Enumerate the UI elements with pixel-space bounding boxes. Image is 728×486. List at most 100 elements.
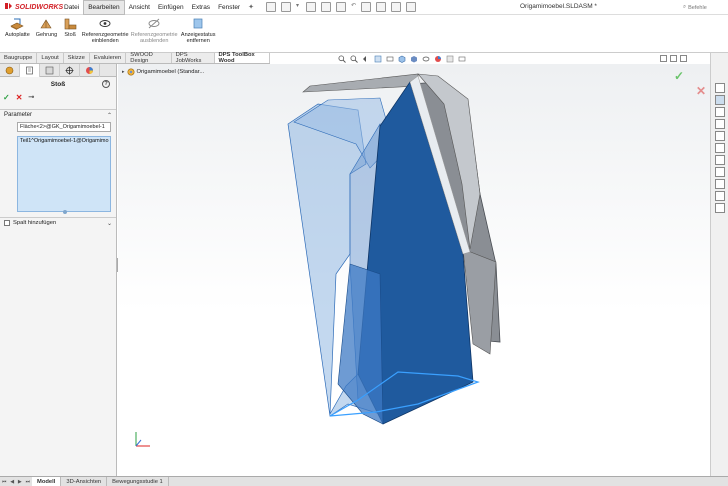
menu-file[interactable]: Datei (60, 0, 83, 15)
help-icon[interactable]: ? (102, 80, 110, 88)
graphics-area[interactable]: ▸ Origamimoebel (Standar... ✓ ✕ (118, 55, 710, 476)
autoplatte-button[interactable]: Autoplatte (2, 15, 33, 38)
select-icon[interactable] (360, 2, 371, 12)
view-palette-icon[interactable] (714, 119, 725, 129)
command-search[interactable]: ⌕ Befehle (683, 2, 728, 13)
ok-check-icon[interactable]: ✓ (3, 93, 10, 102)
property-manager-tab-icon[interactable] (20, 64, 40, 77)
logo-text: SOLIDWORKS (15, 3, 64, 11)
viewport-window-controls (660, 55, 687, 62)
forum-icon[interactable] (714, 167, 725, 177)
gehrung-button[interactable]: Gehrung (33, 15, 60, 38)
toolbox-icon[interactable] (714, 155, 725, 165)
edit-appearance-icon[interactable] (434, 55, 442, 63)
tab-scroll-arrows: ⏮ ◀ ▶ ⏭ (0, 477, 32, 486)
dimxpert-tab-icon[interactable] (60, 64, 80, 77)
toolbox-wood-icon[interactable] (714, 203, 725, 213)
command-tabs: Baugruppe Layout Skizze Evaluieren SWOOD… (0, 52, 270, 64)
configuration-manager-tab-icon[interactable] (40, 64, 60, 77)
undo-icon[interactable]: ↶ (351, 2, 356, 12)
tab-dps-jobworks[interactable]: DPS JobWorks (172, 52, 215, 64)
rebuild-icon[interactable] (375, 2, 386, 12)
appearances-icon[interactable] (714, 131, 725, 141)
face-selection-field[interactable]: Fläche<2>@GK_Origamimoebel-1 (17, 122, 111, 132)
apply-scene-icon[interactable] (446, 55, 454, 63)
dynamic-annotation-icon[interactable] (386, 55, 394, 63)
menu-window[interactable]: Fenster (214, 0, 244, 15)
solidworks-resources-icon[interactable] (714, 83, 725, 93)
save-icon[interactable] (320, 2, 331, 12)
command-manager-ribbon: Autoplatte Gehrung Stoß Referenzgeometri… (0, 15, 728, 53)
selection-list-box[interactable]: Teil1^Origamimoebel-1@Origamimo (17, 136, 111, 214)
view-settings-icon[interactable] (458, 55, 466, 63)
last-tab-arrow-icon[interactable]: ⏭ (26, 479, 31, 485)
home-icon[interactable] (265, 2, 276, 12)
origami-furniture-model[interactable] (118, 64, 710, 476)
menu-insert[interactable]: Einfügen (154, 0, 188, 15)
parameter-group-header[interactable]: Parameter ⌃ (0, 109, 116, 120)
tab-baugruppe[interactable]: Baugruppe (0, 53, 38, 63)
tab-evaluieren[interactable]: Evaluieren (90, 53, 127, 63)
jobworks-icon[interactable] (714, 191, 725, 201)
solidworks-logo[interactable]: SOLIDWORKS (0, 2, 64, 12)
search-label: Befehle (688, 4, 707, 11)
custom-properties-icon[interactable] (714, 143, 725, 153)
zoom-area-icon[interactable] (350, 55, 358, 63)
eye-off-icon (148, 18, 160, 29)
resize-grip-icon[interactable] (63, 210, 67, 214)
heads-up-view-toolbar (338, 55, 466, 63)
file-properties-icon[interactable] (390, 2, 401, 12)
new-document-icon[interactable] (280, 2, 291, 12)
minimize-icon[interactable] (660, 55, 667, 62)
display-manager-tab-icon[interactable] (80, 64, 100, 77)
pin-menu-icon[interactable]: ✦ (244, 0, 258, 15)
tab-dps-toolbox-wood[interactable]: DPS ToolBox Wood (214, 52, 270, 64)
expand-caret-icon[interactable]: ⌄ (107, 220, 112, 227)
hide-reference-geometry-button[interactable]: Referenzgeometrie ausblenden (130, 15, 178, 44)
section-view-icon[interactable] (374, 55, 382, 63)
tab-skizze[interactable]: Skizze (64, 53, 90, 63)
file-explorer-icon[interactable] (714, 107, 725, 117)
chevron-down-icon[interactable]: ▾ (296, 2, 301, 12)
remove-display-state-button[interactable]: Anzeigestatus entfernen (178, 15, 218, 44)
selection-list-item[interactable]: Teil1^Origamimoebel-1@Origamimo (18, 137, 110, 145)
pushpin-icon[interactable]: ⊸ (28, 93, 34, 101)
options-gear-icon[interactable] (405, 2, 416, 12)
tab-model[interactable]: Modell (32, 477, 62, 486)
first-tab-arrow-icon[interactable]: ⏮ (2, 479, 7, 485)
previous-view-icon[interactable] (362, 55, 370, 63)
view-orientation-icon[interactable] (398, 55, 406, 63)
restore-icon[interactable] (670, 55, 677, 62)
search-icon: ⌕ (683, 4, 687, 10)
feature-tree-tab-icon[interactable] (0, 64, 20, 77)
tab-swood-design[interactable]: SWOOD Design (126, 52, 172, 64)
add-gap-checkbox[interactable]: Spalt hinzufügen (4, 220, 56, 226)
triad-axes-icon (135, 432, 150, 447)
design-library-icon[interactable] (714, 95, 725, 105)
menu-bar: Datei Bearbeiten Ansicht Einfügen Extras… (60, 0, 258, 15)
property-manager-title: Stoß ? (0, 77, 116, 91)
close-icon[interactable] (680, 55, 687, 62)
quick-access-toolbar: ▾ ↶ (265, 2, 416, 12)
display-style-icon[interactable] (410, 55, 418, 63)
tab-3d-views[interactable]: 3D-Ansichten (61, 477, 108, 486)
menu-view[interactable]: Ansicht (125, 0, 154, 15)
prev-tab-arrow-icon[interactable]: ◀ (10, 479, 14, 485)
zoom-to-fit-icon[interactable] (338, 55, 346, 63)
checkbox-box[interactable] (4, 220, 10, 226)
tab-motion-study[interactable]: Bewegungsstudie 1 (107, 477, 169, 486)
swood-icon[interactable] (714, 179, 725, 189)
eye-icon (99, 20, 111, 27)
collapse-caret-icon[interactable]: ⌃ (107, 112, 112, 119)
menu-tools[interactable]: Extras (188, 0, 214, 15)
cancel-x-icon[interactable]: ✕ (16, 93, 23, 102)
next-tab-arrow-icon[interactable]: ▶ (18, 479, 22, 485)
print-icon[interactable] (335, 2, 346, 12)
stoss-button[interactable]: Stoß (60, 15, 80, 38)
menu-edit[interactable]: Bearbeiten (83, 0, 125, 15)
tab-layout[interactable]: Layout (37, 53, 64, 63)
task-pane-strip (710, 53, 728, 476)
hide-show-items-icon[interactable] (422, 55, 430, 63)
open-icon[interactable] (305, 2, 316, 12)
show-reference-geometry-button[interactable]: Referenzgeometrie einblenden (80, 15, 130, 44)
